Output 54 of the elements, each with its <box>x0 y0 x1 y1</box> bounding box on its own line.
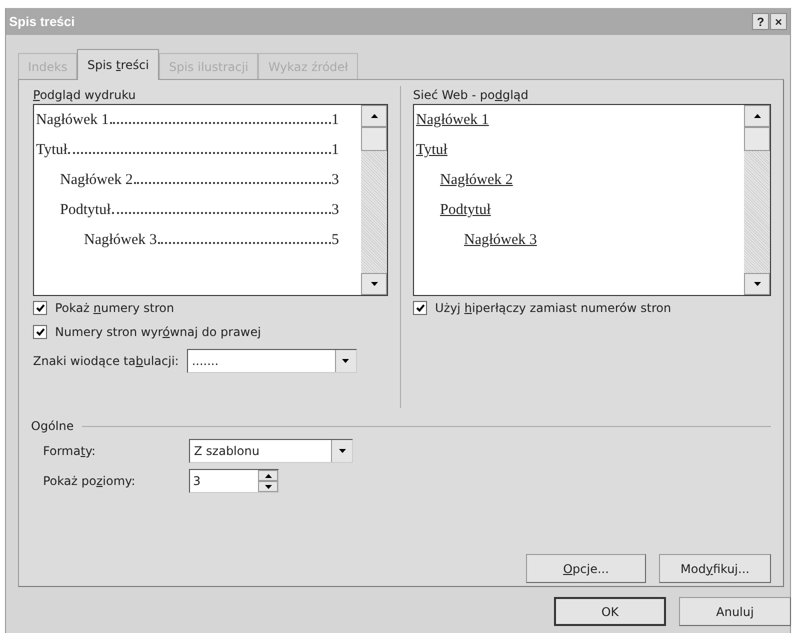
toc-entry: Podtytuł <box>60 201 111 220</box>
checkbox-label: Pokaż numery stron <box>55 301 174 315</box>
checkbox[interactable] <box>33 301 47 315</box>
up-triangle-icon <box>754 114 760 118</box>
down-triangle-icon <box>754 282 760 286</box>
button[interactable]: OK <box>554 597 666 626</box>
spin-field[interactable]: 3 <box>189 469 279 493</box>
scroll-up-button[interactable] <box>744 105 770 127</box>
toc-link[interactable]: Nagłówek 3 <box>464 225 537 255</box>
down-triangle-icon <box>370 282 378 286</box>
toc-entry: Nagłówek 2 <box>60 171 133 190</box>
field-label: Znaki wiodące tabulacji: <box>33 354 179 368</box>
tab[interactable]: Spis treści <box>77 49 159 80</box>
up-triangle-icon <box>370 114 378 118</box>
checkbox[interactable] <box>33 325 47 339</box>
button[interactable]: Modyfikuj... <box>659 554 771 583</box>
toc-link[interactable]: Tytuł <box>416 135 448 165</box>
field-label: Pokaż poziomy: <box>43 474 136 488</box>
toc-link[interactable]: Nagłówek 1 <box>416 105 489 135</box>
toc-entry: Tytuł <box>36 141 68 160</box>
dropdown[interactable]: Z szablonu <box>189 439 353 463</box>
scroll-down-button[interactable] <box>744 273 770 295</box>
down-triangle-icon <box>264 484 272 488</box>
scroll-up-button[interactable] <box>361 105 387 127</box>
section-label: Sieć Web - podgląd <box>413 87 530 104</box>
close-button[interactable]: × <box>770 13 787 30</box>
toc-entry: Nagłówek 1 <box>36 111 109 130</box>
group-title: Ogólne <box>31 419 74 433</box>
page-number: 3 <box>332 201 339 220</box>
checkbox[interactable] <box>413 301 427 315</box>
scrollbar[interactable] <box>361 105 387 295</box>
dropdown[interactable]: ....... <box>186 349 357 373</box>
scrollbar-thumb[interactable] <box>744 127 770 151</box>
button[interactable]: Opcje... <box>526 554 646 583</box>
toc-link[interactable]: Podtytuł <box>440 195 491 225</box>
checkbox-label: Użyj hiperłączy zamiast numerów stron <box>435 301 672 315</box>
scrollbar-thumb[interactable] <box>361 127 387 151</box>
window-title: Spis treści <box>9 14 75 29</box>
down-triangle-icon <box>338 449 346 453</box>
button[interactable]: Anuluj <box>679 597 791 626</box>
page-number: 5 <box>332 231 339 250</box>
field-label: Formaty: <box>43 444 97 458</box>
section-label: Podgląd wydruku <box>33 87 137 104</box>
toc-entry: Nagłówek 3 <box>84 231 157 250</box>
scrollbar[interactable] <box>744 105 770 295</box>
help-button[interactable]: ? <box>752 13 769 30</box>
checkbox-label: Numery stron wyrównaj do prawej <box>55 325 261 339</box>
page-number: 1 <box>332 111 339 130</box>
page-number: 3 <box>332 171 339 190</box>
page-number: 1 <box>332 141 339 160</box>
toc-link[interactable]: Nagłówek 2 <box>440 165 513 195</box>
down-triangle-icon <box>342 359 350 363</box>
up-triangle-icon <box>264 474 272 478</box>
scroll-down-button[interactable] <box>361 273 387 295</box>
